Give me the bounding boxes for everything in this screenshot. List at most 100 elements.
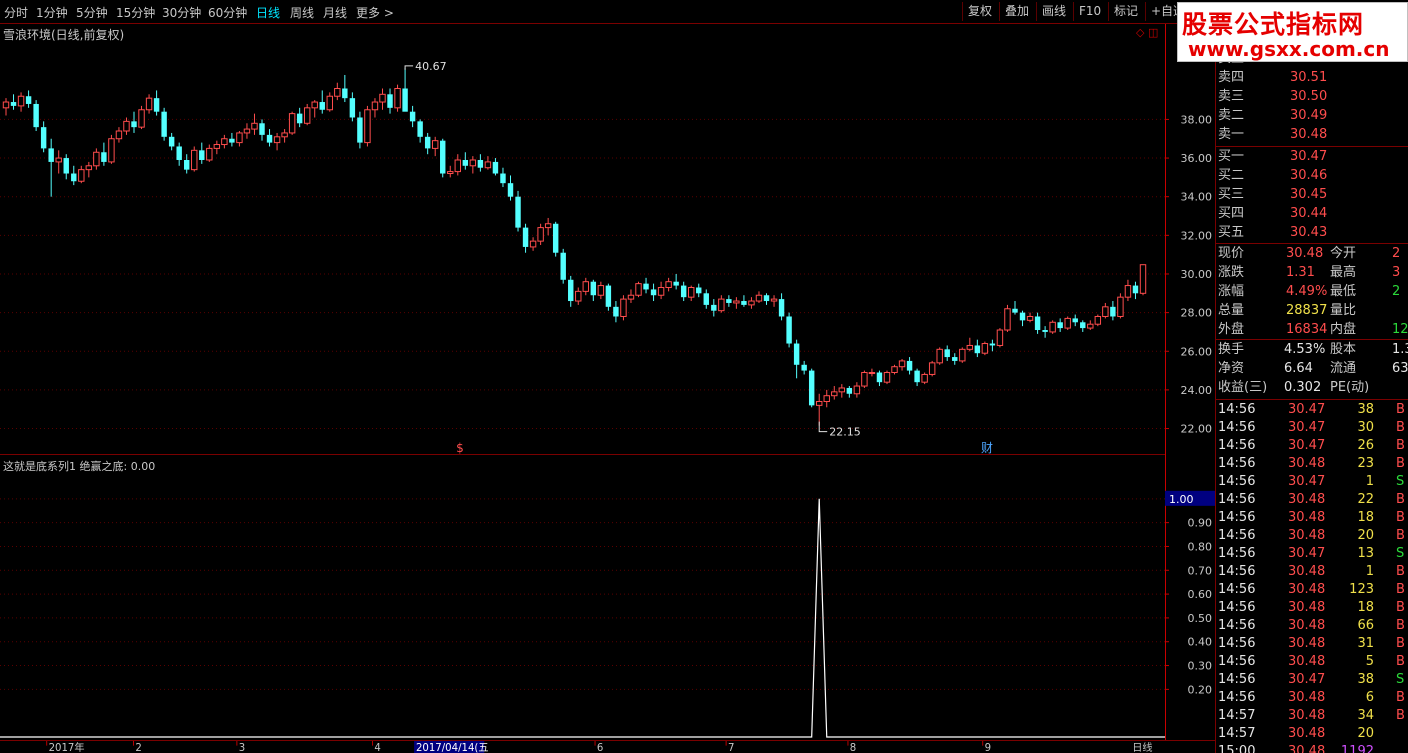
bid-price: 30.43 (1290, 225, 1328, 240)
tab-monthly[interactable]: 月线 (323, 4, 347, 21)
candle-body-up (85, 165, 93, 171)
candle-body-up (334, 88, 341, 97)
tick-row: 14:57 30.48 20 (1216, 725, 1408, 743)
candle-body-down (914, 370, 920, 383)
tick-volume: 1192 (1340, 744, 1374, 753)
candle-body-down (387, 94, 393, 108)
tick-volume: 1 (1365, 474, 1374, 489)
tick-volume: 22 (1357, 492, 1374, 507)
tick-volume: 6 (1365, 690, 1374, 705)
candle-body-up (853, 385, 861, 395)
candle-body-down (417, 121, 423, 137)
candle-body-down (726, 299, 732, 303)
indicator-line (0, 498, 1165, 738)
fundamental-value: 0.302 (1284, 380, 1322, 395)
price-tick-label: 28.00 (1181, 307, 1213, 320)
tick-row: 14:56 30.48 18 B (1216, 509, 1408, 527)
chart-corner-icons[interactable]: ◇ ◫ (1136, 26, 1158, 39)
tab-30min[interactable]: 30分钟 (162, 4, 201, 21)
candle-body-up (251, 122, 258, 130)
tick-row: 14:56 30.48 5 B (1216, 653, 1408, 671)
candle-body-up (145, 97, 153, 111)
indicator-tick-label: 0.30 (1188, 660, 1213, 673)
candle-body-down (552, 223, 559, 253)
candle-body-down (500, 173, 506, 184)
candle-body-up (213, 144, 221, 149)
candle-body-up (379, 93, 386, 103)
tick-row: 14:56 30.48 22 B (1216, 491, 1408, 509)
stat-label: 现价 (1218, 246, 1245, 261)
candle-body-down (590, 281, 597, 296)
candle-body-up (575, 290, 582, 302)
ask-row: 卖二 30.49 (1216, 107, 1408, 125)
stat-value-2: 2 (1392, 284, 1401, 299)
candle-body-down (229, 138, 235, 143)
crosshair-date: 2017/04/14(五 (416, 743, 489, 753)
candle-body-down (296, 113, 303, 124)
tab-15min[interactable]: 15分钟 (116, 4, 155, 21)
tick-time: 14:57 (1218, 726, 1256, 741)
tab-60min[interactable]: 60分钟 (208, 4, 247, 21)
candle-body-up (115, 130, 123, 140)
stat-value-2: 2 (1392, 246, 1401, 261)
candle-body-down (763, 295, 770, 302)
tab-1min[interactable]: 1分钟 (36, 4, 68, 21)
fundamental-label: 换手 (1218, 342, 1245, 357)
tab-more[interactable]: 更多 > (356, 4, 394, 21)
candle-body-up (981, 343, 989, 354)
candle-body-up (371, 101, 379, 111)
period-label: 日线 (1132, 741, 1152, 753)
candle-body-up (544, 223, 552, 229)
candle-body-down (696, 287, 702, 294)
fundamental-label-2: 股本 (1330, 342, 1357, 357)
tick-price: 30.48 (1288, 600, 1326, 615)
candle-body-up (326, 95, 333, 111)
candle-body-down (605, 285, 612, 307)
candle-body-up (221, 138, 228, 146)
draw-line-button[interactable]: 画线 (1036, 2, 1071, 21)
tick-price: 30.48 (1288, 528, 1326, 543)
tab-weekly[interactable]: 周线 (290, 4, 314, 21)
mark-button[interactable]: 标记 (1108, 2, 1143, 21)
candle-body-down (1019, 312, 1026, 321)
bid-price: 30.46 (1290, 168, 1328, 183)
tab-5min[interactable]: 5分钟 (76, 4, 108, 21)
tick-row: 14:56 30.48 18 B (1216, 599, 1408, 617)
tick-side: B (1396, 528, 1405, 543)
stat-row: 涨幅 4.49% 最低 2 (1216, 283, 1408, 301)
candle-body-down (952, 357, 958, 361)
candle-body-up (78, 169, 85, 182)
ask-price: 30.51 (1290, 70, 1328, 85)
bid-price: 30.45 (1290, 187, 1328, 202)
candle-body-up (868, 372, 876, 375)
candle-body-up (1049, 321, 1056, 333)
candle-body-up (288, 113, 296, 134)
tick-row: 14:56 30.48 6 B (1216, 689, 1408, 707)
tab-fenshi[interactable]: 分时 (4, 4, 28, 21)
candle-body-up (838, 387, 846, 393)
indicator-tick-label: 0.40 (1188, 636, 1213, 649)
f10-button[interactable]: F10 (1073, 2, 1106, 21)
indicator-chart[interactable] (0, 455, 1165, 740)
current-value-badge-text: 1.00 (1169, 493, 1194, 506)
fundamental-value: 4.53% (1284, 342, 1326, 357)
candlestick-chart[interactable]: 40.67 22.15 $ 财 (0, 24, 1165, 455)
fundamentals-divider (1216, 339, 1408, 340)
candle-body-up (447, 171, 454, 175)
tick-price: 30.47 (1288, 672, 1326, 687)
overlay-button[interactable]: 叠加 (999, 2, 1034, 21)
candle-body-down (522, 227, 529, 247)
candle-body-up (582, 281, 590, 292)
time-tick-label: 8 (850, 743, 856, 753)
candle-body-up (861, 372, 868, 387)
candle-body-up (928, 362, 936, 375)
adjust-button[interactable]: 复权 (962, 2, 997, 21)
candle-body-down (33, 103, 39, 128)
candle-body-down (10, 102, 17, 106)
tick-time: 14:56 (1218, 510, 1256, 525)
tick-price: 30.48 (1288, 708, 1326, 723)
tick-volume: 23 (1357, 456, 1374, 471)
tab-daily[interactable]: 日线 (256, 4, 280, 21)
candle-body-down (1132, 285, 1139, 294)
candle-body-down (703, 293, 709, 305)
